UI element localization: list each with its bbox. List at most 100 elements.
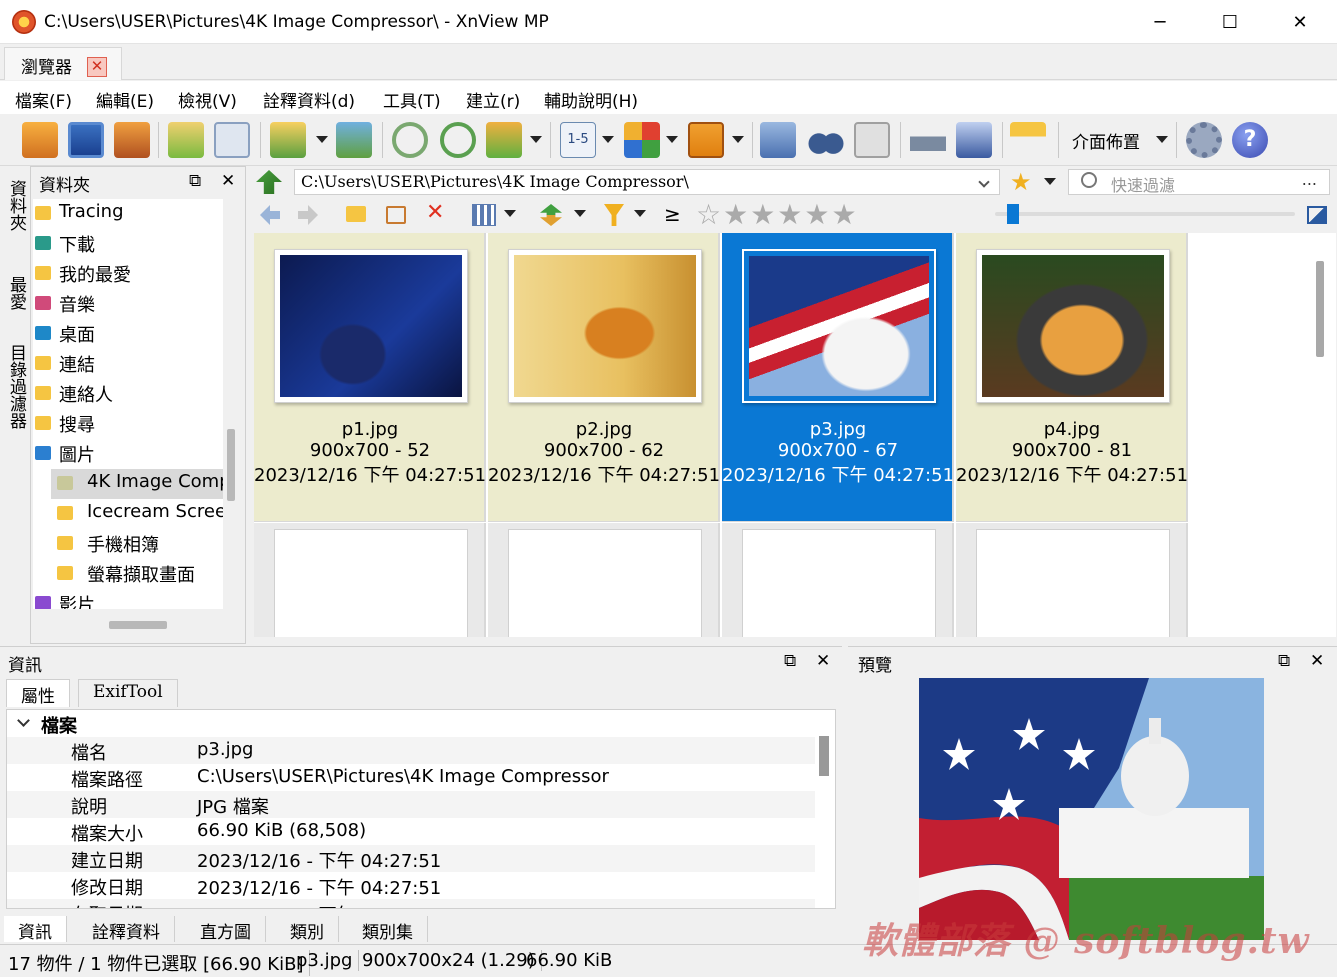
- thumbnail-item[interactable]: p1.jpg 900x700 - 52 2023/12/16 下午 04:27:…: [254, 233, 486, 522]
- thumbnail-item-selected[interactable]: p3.jpg 900x700 - 67 2023/12/16 下午 04:27:…: [722, 233, 954, 522]
- chevron-down-icon[interactable]: [504, 210, 516, 217]
- thumbnail-item[interactable]: [722, 523, 954, 637]
- sort-icon[interactable]: [540, 204, 562, 226]
- bookmark-icon[interactable]: [688, 122, 724, 158]
- minimize-button[interactable]: ─: [1125, 0, 1195, 44]
- thumbnail-view-icon[interactable]: [472, 204, 496, 226]
- tree-item-phone-album[interactable]: 手機相簿: [51, 529, 223, 559]
- tree-item-searches[interactable]: 搜尋: [33, 409, 223, 439]
- table-row[interactable]: 檔案路徑 C:\Users\USER\Pictures\4K Image Comp…: [7, 764, 815, 791]
- tab-exiftool[interactable]: ExifTool: [78, 679, 178, 707]
- tab-close-icon[interactable]: ✕: [87, 57, 107, 77]
- print-icon[interactable]: [910, 122, 946, 158]
- quick-filter-input[interactable]: 快速過濾 ...: [1068, 169, 1330, 195]
- tree-item-screenshots[interactable]: 螢幕擷取畫面: [51, 559, 223, 589]
- tab-info[interactable]: 資訊: [4, 916, 67, 943]
- chevron-down-icon[interactable]: [666, 136, 678, 143]
- menu-help[interactable]: 輔助說明(H): [544, 87, 638, 112]
- fullscreen-icon[interactable]: [68, 122, 104, 158]
- side-tab-favorites[interactable]: 最愛: [4, 276, 29, 310]
- table-row[interactable]: 檔名 p3.jpg: [7, 737, 815, 764]
- thumbnail-item[interactable]: p4.jpg 900x700 - 81 2023/12/16 下午 04:27:…: [956, 233, 1188, 522]
- menu-metadata[interactable]: 詮釋資料(d): [263, 87, 355, 112]
- menu-edit[interactable]: 編輯(E): [96, 87, 154, 112]
- menu-file[interactable]: 檔案(F): [15, 87, 72, 112]
- tree-item-videos[interactable]: 影片: [33, 589, 223, 609]
- tree-item-4k-image-compressor[interactable]: 4K Image Compressor: [51, 469, 223, 499]
- import-icon[interactable]: [168, 122, 204, 158]
- folder-tree-icon[interactable]: [1010, 122, 1046, 158]
- tree-item-music[interactable]: 音樂: [33, 289, 223, 319]
- maximize-button[interactable]: ☐: [1195, 0, 1265, 44]
- slideshow-icon[interactable]: [114, 122, 150, 158]
- tree-item-downloads[interactable]: 下載: [33, 229, 223, 259]
- path-input[interactable]: C:\Users\USER\Pictures\4K Image Compress…: [294, 169, 1000, 195]
- page-range-button[interactable]: 1-5: [560, 122, 596, 158]
- close-window-button[interactable]: ✕: [1265, 0, 1335, 44]
- chevron-down-icon[interactable]: [530, 136, 542, 143]
- table-row[interactable]: 檔案大小 66.90 KiB (68,508): [7, 818, 815, 845]
- properties-scrollbar[interactable]: [819, 736, 829, 776]
- tree-item-pictures[interactable]: 圖片: [33, 439, 223, 469]
- properties-icon[interactable]: [214, 122, 250, 158]
- side-tab-folders[interactable]: 資料夾: [4, 180, 29, 231]
- view-mode-icon[interactable]: [624, 122, 660, 158]
- chevron-down-icon[interactable]: [574, 210, 586, 217]
- thumbnail-item[interactable]: p2.jpg 900x700 - 62 2023/12/16 下午 04:27:…: [488, 233, 720, 522]
- tab-category-sets[interactable]: 類別集: [348, 916, 428, 943]
- browse-folder-icon[interactable]: [22, 122, 58, 158]
- chevron-down-icon[interactable]: [1044, 178, 1056, 185]
- thumbnail-vertical-scrollbar[interactable]: [1316, 261, 1324, 357]
- thumbnail-item[interactable]: [254, 523, 486, 637]
- tab-browser[interactable]: 瀏覽器 ✕: [4, 47, 122, 80]
- chevron-down-icon[interactable]: [316, 136, 328, 143]
- thumbnail-size-icon[interactable]: [1307, 206, 1327, 224]
- menu-create[interactable]: 建立(r): [466, 87, 520, 112]
- panel-close-icon[interactable]: ✕: [221, 171, 235, 191]
- new-folder-icon[interactable]: [346, 206, 366, 222]
- compare-icon[interactable]: [854, 122, 890, 158]
- filter-funnel-icon[interactable]: [604, 204, 624, 226]
- chevron-down-icon[interactable]: [732, 136, 744, 143]
- tree-vertical-scrollbar[interactable]: [227, 429, 235, 501]
- tree-item-links[interactable]: 連結: [33, 349, 223, 379]
- panel-float-icon[interactable]: ⧉: [1278, 651, 1290, 671]
- panel-close-icon[interactable]: ✕: [816, 651, 830, 671]
- zoom-slider-track[interactable]: [995, 212, 1295, 216]
- scanner-icon[interactable]: [956, 122, 992, 158]
- tab-metadata[interactable]: 詮釋資料: [78, 916, 175, 943]
- camera-icon[interactable]: [760, 122, 796, 158]
- tree-item-desktop[interactable]: 桌面: [33, 319, 223, 349]
- tree-item-icecream[interactable]: Icecream Screen Recorder: [51, 499, 223, 529]
- star-rating-filter-icon[interactable]: ★: [1010, 168, 1032, 196]
- export-icon[interactable]: [270, 122, 306, 158]
- delete-icon[interactable]: ✕: [426, 200, 444, 225]
- tree-item-favorites[interactable]: 我的最愛: [33, 259, 223, 289]
- menu-tools[interactable]: 工具(T): [383, 87, 441, 112]
- binoculars-icon[interactable]: [808, 122, 844, 158]
- thumbnail-item[interactable]: [956, 523, 1188, 637]
- go-up-icon[interactable]: [256, 170, 282, 194]
- batch-rename-icon[interactable]: [486, 122, 522, 158]
- rating-operator[interactable]: ≥: [664, 202, 681, 226]
- side-tab-catalog-filter[interactable]: 目錄過濾器: [4, 344, 29, 429]
- rating-stars[interactable]: ☆★★★★★: [696, 198, 859, 231]
- tab-categories[interactable]: 類別: [276, 916, 339, 943]
- panel-float-icon[interactable]: ⧉: [784, 651, 796, 671]
- zoom-slider-thumb[interactable]: [1007, 204, 1019, 224]
- table-row[interactable]: 建立日期 2023/12/16 - 下午 04:27:51: [7, 845, 815, 872]
- table-row[interactable]: 修改日期 2023/12/16 - 下午 04:27:51: [7, 872, 815, 899]
- thumbnail-item[interactable]: [488, 523, 720, 637]
- panel-float-icon[interactable]: ⧉: [189, 171, 201, 191]
- more-options-icon[interactable]: ...: [1302, 170, 1317, 189]
- table-row[interactable]: 說明 JPG 檔案: [7, 791, 815, 818]
- menu-view[interactable]: 檢視(V): [178, 87, 237, 112]
- tab-histogram[interactable]: 直方圖: [186, 916, 266, 943]
- forward-arrow-icon[interactable]: [298, 205, 318, 225]
- chevron-down-icon[interactable]: [602, 136, 614, 143]
- rename-icon[interactable]: [386, 206, 406, 224]
- batch-convert-icon[interactable]: [336, 122, 372, 158]
- panel-close-icon[interactable]: ✕: [1310, 651, 1324, 671]
- chevron-down-icon[interactable]: [634, 210, 646, 217]
- table-row[interactable]: 存取日期2023/12/16 - 下午 04:27:51: [7, 899, 815, 908]
